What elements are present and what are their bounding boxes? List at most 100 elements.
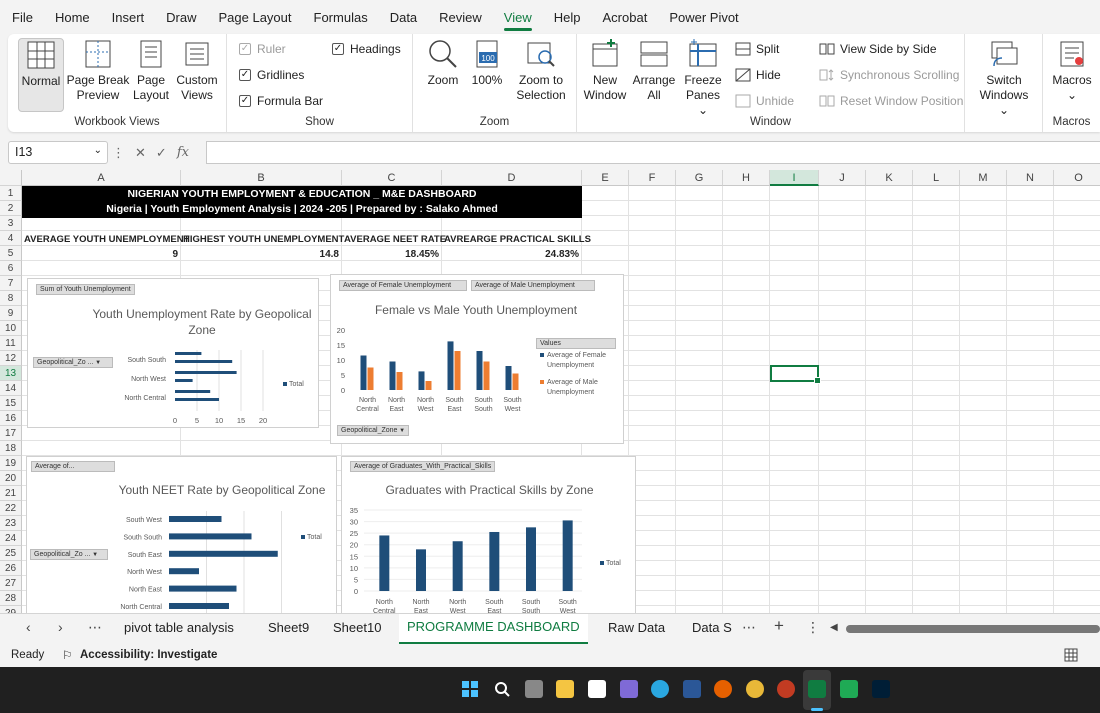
column-header-n[interactable]: N	[1007, 170, 1054, 186]
row-header-13[interactable]: 13	[0, 366, 22, 381]
normal-view-status-icon[interactable]	[1064, 648, 1078, 662]
reset-window-position-button[interactable]: Reset Window Position	[819, 94, 963, 108]
options-icon[interactable]: ⋮	[806, 619, 820, 636]
row-header-29[interactable]: 29	[0, 606, 22, 613]
split-button[interactable]: Split	[735, 42, 779, 56]
tab-raw-data[interactable]: Raw Data	[608, 620, 665, 635]
chart-neet-rate[interactable]: Average of... Youth NEET Rate by Geopoli…	[26, 456, 337, 613]
name-box[interactable]: I13 ⌄	[8, 141, 108, 164]
more-tabs-right-icon[interactable]: ⋯	[742, 619, 756, 636]
more-icon[interactable]: ⋮	[112, 145, 125, 161]
menu-help[interactable]: Help	[554, 10, 581, 25]
word-icon[interactable]	[683, 680, 701, 698]
new-window-button[interactable]: New Window	[583, 38, 627, 103]
tab-sheet9[interactable]: Sheet9	[268, 620, 309, 635]
column-header-e[interactable]: E	[582, 170, 629, 186]
row-header-12[interactable]: 12	[0, 351, 22, 366]
edge-icon[interactable]	[651, 680, 669, 698]
row-header-1[interactable]: 1	[0, 186, 22, 201]
arrange-all-button[interactable]: Arrange All	[631, 38, 677, 103]
row-header-9[interactable]: 9	[0, 306, 22, 321]
page-break-preview-button[interactable]: Page Break Preview	[66, 38, 130, 103]
row-header-23[interactable]: 23	[0, 516, 22, 531]
ruler-checkbox[interactable]: ✓ Ruler	[239, 42, 286, 56]
selected-cell[interactable]	[770, 365, 821, 384]
select-all-corner[interactable]	[0, 170, 22, 186]
column-header-b[interactable]: B	[181, 170, 342, 186]
menu-draw[interactable]: Draw	[166, 10, 196, 25]
photoshop-icon[interactable]	[872, 680, 890, 698]
menu-review[interactable]: Review	[439, 10, 482, 25]
tab-data-s[interactable]: Data S	[692, 620, 732, 635]
row-header-2[interactable]: 2	[0, 201, 22, 216]
excel-icon[interactable]	[808, 680, 826, 698]
column-header-o[interactable]: O	[1054, 170, 1100, 186]
row-header-14[interactable]: 14	[0, 381, 22, 396]
row-header-18[interactable]: 18	[0, 441, 22, 456]
spreadsheet-grid[interactable]: ABCDEFGHIJKLMNO 1 2 3 4 5 6 7 8 9 10 11 12 13 14 15 16 1…	[0, 170, 1100, 613]
cancel-icon[interactable]: ✕	[135, 145, 146, 161]
row-header-25[interactable]: 25	[0, 546, 22, 561]
freeze-panes-button[interactable]: Freeze Panes ⌄	[681, 38, 725, 118]
zoom-button[interactable]: Zoom	[423, 38, 463, 88]
enter-icon[interactable]: ✓	[156, 145, 167, 161]
chart-female-vs-male[interactable]: Average of Female Unemployment Average o…	[330, 274, 624, 444]
row-header-24[interactable]: 24	[0, 531, 22, 546]
menu-acrobat[interactable]: Acrobat	[603, 10, 648, 25]
row-header-15[interactable]: 15	[0, 396, 22, 411]
store-icon[interactable]	[588, 680, 606, 698]
chevron-right-icon[interactable]: ›	[58, 619, 63, 635]
column-header-h[interactable]: H	[723, 170, 770, 186]
row-header-16[interactable]: 16	[0, 411, 22, 426]
page-layout-view-button[interactable]: Page Layout	[132, 38, 170, 103]
menu-insert[interactable]: Insert	[112, 10, 145, 25]
column-header-a[interactable]: A	[22, 170, 181, 186]
hide-button[interactable]: Hide	[735, 68, 781, 82]
insert-function-button[interactable]: fx	[177, 145, 189, 160]
windows-start-icon[interactable]	[461, 680, 479, 698]
accessibility-status[interactable]: Accessibility: Investigate	[80, 649, 217, 661]
task-view-icon[interactable]	[525, 680, 543, 698]
headings-checkbox[interactable]: ✓ Headings	[332, 42, 401, 56]
normal-view-button[interactable]: Normal	[18, 38, 64, 112]
view-side-by-side-button[interactable]: View Side by Side	[819, 42, 937, 56]
menu-data[interactable]: Data	[390, 10, 417, 25]
search-icon[interactable]	[493, 680, 511, 698]
column-header-g[interactable]: G	[676, 170, 723, 186]
menu-file[interactable]: File	[12, 10, 33, 25]
menu-formulas[interactable]: Formulas	[314, 10, 368, 25]
chart-practical-skills[interactable]: Average of Graduates_With_Practical_Skil…	[341, 456, 636, 613]
chart-youth-unemployment[interactable]: Sum of Youth Unemployment Youth Unemploy…	[27, 278, 319, 428]
scroll-left-icon[interactable]: ◀	[830, 622, 838, 633]
row-header-6[interactable]: 6	[0, 261, 22, 276]
zoom-to-selection-button[interactable]: Zoom to Selection	[511, 38, 571, 103]
tab-sheet10[interactable]: Sheet10	[333, 620, 381, 635]
powerpoint-icon[interactable]	[777, 680, 795, 698]
column-header-d[interactable]: D	[442, 170, 582, 186]
row-header-17[interactable]: 17	[0, 426, 22, 441]
row-header-20[interactable]: 20	[0, 471, 22, 486]
row-header-7[interactable]: 7	[0, 276, 22, 291]
column-header-i[interactable]: I	[770, 170, 819, 186]
synchronous-scrolling-button[interactable]: Synchronous Scrolling	[819, 68, 959, 82]
chrome-icon[interactable]	[746, 680, 764, 698]
horizontal-scrollbar[interactable]	[846, 625, 1100, 633]
row-header-5[interactable]: 5	[0, 246, 22, 261]
chevron-left-icon[interactable]: ‹	[26, 619, 31, 635]
row-header-21[interactable]: 21	[0, 486, 22, 501]
app-icon[interactable]	[620, 680, 638, 698]
gridlines-checkbox[interactable]: ✓ Gridlines	[239, 68, 304, 82]
macros-button[interactable]: Macros ⌄	[1047, 38, 1097, 103]
file-explorer-icon[interactable]	[556, 680, 574, 698]
column-header-c[interactable]: C	[342, 170, 442, 186]
row-header-8[interactable]: 8	[0, 291, 22, 306]
row-header-4[interactable]: 4	[0, 231, 22, 246]
row-header-28[interactable]: 28	[0, 591, 22, 606]
row-header-10[interactable]: 10	[0, 321, 22, 336]
row-header-26[interactable]: 26	[0, 561, 22, 576]
firefox-icon[interactable]	[714, 680, 732, 698]
menu-home[interactable]: Home	[55, 10, 90, 25]
column-header-l[interactable]: L	[913, 170, 960, 186]
add-sheet-icon[interactable]: +	[774, 616, 784, 636]
column-header-k[interactable]: K	[866, 170, 913, 186]
